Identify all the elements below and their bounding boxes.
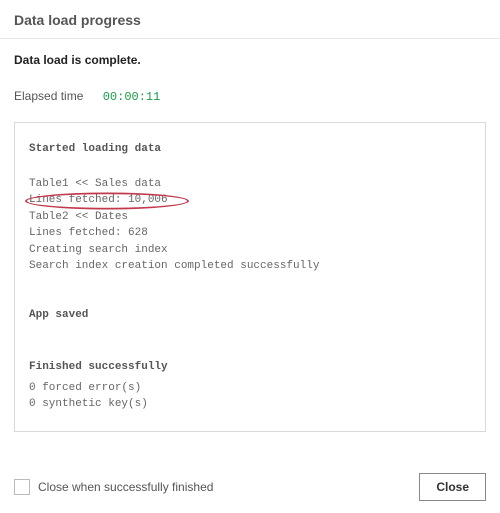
log-line: Table2 << Dates bbox=[29, 209, 471, 226]
log-line: 0 synthetic key(s) bbox=[29, 396, 471, 413]
log-line-highlighted: Lines fetched: 10,006 bbox=[29, 192, 471, 209]
dialog-header: Data load progress bbox=[0, 0, 500, 39]
status-message: Data load is complete. bbox=[14, 53, 486, 67]
dialog-title: Data load progress bbox=[14, 12, 486, 28]
log-line: Creating search index bbox=[29, 242, 471, 259]
log-section-finished: Finished successfully bbox=[29, 359, 471, 376]
close-when-finished-text: Close when successfully finished bbox=[38, 480, 213, 494]
log-section-app-saved: App saved bbox=[29, 307, 471, 324]
close-button[interactable]: Close bbox=[419, 473, 486, 501]
log-line: Lines fetched: 628 bbox=[29, 225, 471, 242]
load-log: Started loading data Table1 << Sales dat… bbox=[14, 122, 486, 432]
log-line: 0 forced error(s) bbox=[29, 380, 471, 397]
close-when-finished-checkbox[interactable] bbox=[14, 479, 30, 495]
elapsed-time-value: 00:00:11 bbox=[103, 90, 161, 104]
status-area: Data load is complete. bbox=[0, 39, 500, 73]
elapsed-time-row: Elapsed time 00:00:11 bbox=[0, 73, 500, 114]
log-line: Search index creation completed successf… bbox=[29, 258, 471, 275]
log-section-started: Started loading data bbox=[29, 141, 471, 158]
log-line: Table1 << Sales data bbox=[29, 176, 471, 193]
dialog-footer: Close when successfully finished Close bbox=[0, 463, 500, 513]
close-when-finished-label[interactable]: Close when successfully finished bbox=[14, 479, 213, 495]
elapsed-time-label: Elapsed time bbox=[14, 89, 83, 103]
